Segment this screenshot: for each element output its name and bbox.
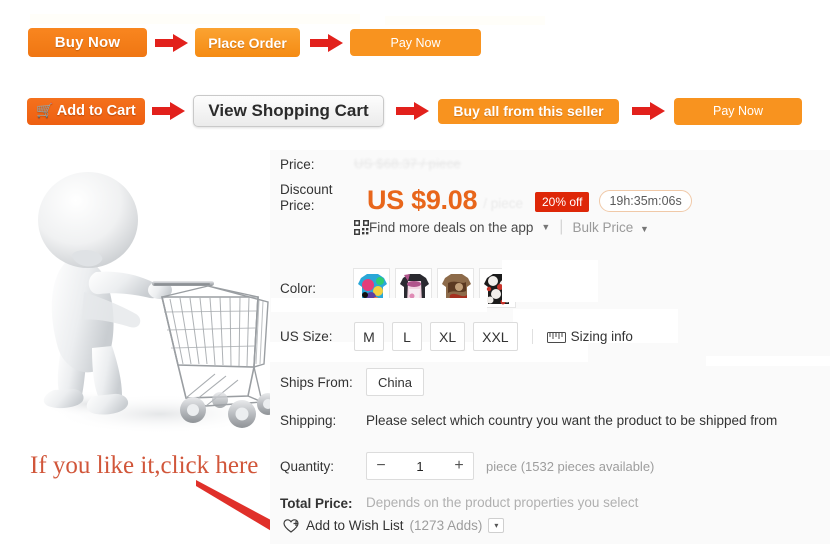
mask-patch-5 (706, 356, 830, 366)
pay-now-button-1[interactable]: Pay Now (350, 29, 481, 56)
add-to-cart-label: Add to Cart (56, 103, 136, 119)
quantity-increase-button[interactable]: + (445, 453, 473, 479)
size-option-xl[interactable]: XL (430, 322, 466, 351)
buy-now-button[interactable]: Buy Now (28, 28, 147, 57)
heart-plus-icon (283, 518, 300, 533)
place-order-button[interactable]: Place Order (195, 28, 300, 57)
quantity-decrease-button[interactable]: − (367, 453, 395, 479)
ghost-banner-trace-left (30, 14, 360, 24)
add-to-wish-list-row[interactable]: Add to Wish List (1273 Adds) ▾ (283, 518, 505, 533)
view-shopping-cart-button[interactable]: View Shopping Cart (193, 95, 384, 127)
arrow-1-icon (155, 33, 189, 53)
wish-list-count: (1273 Adds) (409, 518, 483, 533)
arrow-3-icon (152, 101, 186, 121)
quantity-label: Quantity: (280, 458, 335, 474)
color-label: Color: (280, 280, 317, 296)
size-option-m[interactable]: M (354, 322, 384, 351)
chevron-down-icon-bulk: ▼ (639, 223, 649, 234)
bulk-price-label: Bulk Price (572, 219, 634, 235)
quantity-row: Quantity: − 1 + piece (1532 pieces avail… (280, 452, 654, 480)
qr-code-icon (354, 219, 369, 235)
add-to-cart-button[interactable]: 🛒 Add to Cart (27, 97, 145, 125)
bulk-price-link[interactable]: Bulk Price ▼ (572, 220, 648, 235)
sizing-info-link[interactable]: Sizing info (531, 329, 633, 344)
total-price-note: Depends on the product properties you se… (366, 495, 639, 510)
mask-patch-1 (502, 260, 598, 302)
ghost-banner-trace-right (385, 16, 545, 25)
buy-all-from-seller-button[interactable]: Buy all from this seller (438, 98, 619, 124)
arrow-4-icon (396, 101, 430, 121)
quantity-stepper[interactable]: − 1 + (366, 452, 474, 480)
quantity-availability-note: piece (1532 pieces available) (486, 458, 655, 474)
size-option-l[interactable]: L (392, 322, 422, 351)
price-label: Price: (280, 157, 315, 172)
ships-from-row: Ships From: China (280, 368, 424, 396)
chevron-down-icon-app: ▼ (541, 222, 551, 232)
wish-list-label: Add to Wish List (306, 518, 404, 533)
ships-from-label: Ships From: (280, 374, 353, 390)
app-deal-label: Find more deals on the app (369, 219, 534, 235)
divider: | (559, 218, 564, 235)
total-price-label: Total Price: (280, 496, 353, 511)
arrow-5-icon (632, 101, 666, 121)
ruler-icon (546, 331, 566, 343)
mask-patch-2 (271, 298, 487, 312)
app-deal-row: Find more deals on the app ▼ | Bulk Pric… (354, 218, 649, 236)
price-unit: / piece (483, 196, 523, 211)
discount-price-value: US $9.08 (367, 185, 478, 215)
discount-price-label: Discount Price: (280, 182, 333, 213)
page-root: Buy Now Place Order Pay Now 🛒 Add to Car… (0, 0, 830, 544)
annotation-text: If you like it,click here (30, 452, 259, 479)
shipping-row: Shipping: Please select which country yo… (280, 412, 777, 429)
sizing-info-label: Sizing info (570, 329, 633, 344)
shopper-with-cart-illustration (10, 152, 278, 442)
size-option-xxl[interactable]: XXL (473, 322, 518, 351)
shipping-note: Please select which country you want the… (366, 413, 778, 428)
app-deal-link[interactable]: Find more deals on the app ▼ (369, 220, 550, 235)
purchase-flow-row-1: Buy Now Place Order Pay Now (28, 28, 481, 57)
purchase-flow-row-2: 🛒 Add to Cart View Shopping Cart Buy all… (27, 95, 802, 127)
shopping-cart-icon: 🛒 (36, 102, 54, 118)
shipping-label: Shipping: (280, 413, 337, 428)
pay-now-button-2[interactable]: Pay Now (674, 97, 802, 125)
product-detail-panel: Price: US $68.37 / piece Discount Price:… (270, 150, 830, 544)
original-price: US $68.37 / piece (354, 156, 461, 171)
wish-list-dropdown-button[interactable]: ▾ (488, 518, 505, 533)
countdown-timer: 19h:35m:06s (599, 190, 692, 212)
size-row: US Size: M L XL XXL Sizing info (280, 322, 633, 351)
total-price-row: Total Price: Depends on the product prop… (280, 495, 638, 512)
size-label: US Size: (280, 329, 333, 344)
arrow-2-icon (310, 33, 344, 53)
quantity-input[interactable]: 1 (395, 459, 445, 474)
discount-price-row: Discount Price: US $9.08 / piece 20% off… (280, 182, 692, 214)
discount-badge: 20% off (534, 192, 590, 212)
price-row: Price: US $68.37 / piece (280, 156, 461, 173)
ships-from-option-china[interactable]: China (366, 368, 424, 396)
